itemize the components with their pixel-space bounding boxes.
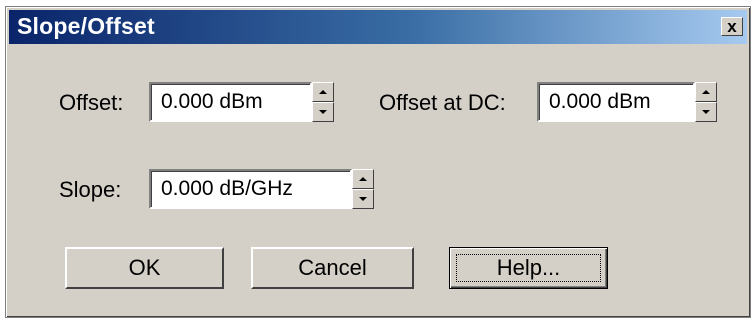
offset-spinner bbox=[312, 82, 334, 122]
spin-up-icon bbox=[702, 90, 710, 94]
close-icon: x bbox=[727, 17, 737, 36]
offset-label: Offset: bbox=[59, 90, 124, 115]
slope-spinner bbox=[352, 169, 374, 209]
offset-dc-spin-down-button[interactable] bbox=[695, 102, 717, 122]
offset-spin-down-button[interactable] bbox=[312, 102, 334, 122]
offset-dc-spinner bbox=[695, 82, 717, 122]
help-button-label: Help... bbox=[496, 255, 561, 280]
slope-offset-dialog: Slope/Offset x Offset: 0.000 dBm Offset … bbox=[5, 6, 751, 318]
offset-dc-label: Offset at DC: bbox=[379, 90, 506, 115]
focus-rectangle: Help... bbox=[456, 254, 601, 282]
offset-input[interactable]: 0.000 dBm bbox=[149, 82, 312, 122]
slope-input[interactable]: 0.000 dB/GHz bbox=[149, 169, 352, 209]
offset-dc-input[interactable]: 0.000 dBm bbox=[537, 82, 695, 122]
cancel-button-label: Cancel bbox=[298, 255, 367, 280]
offset-dc-spin-up-button[interactable] bbox=[695, 82, 717, 102]
spin-up-icon bbox=[359, 177, 367, 181]
close-button[interactable]: x bbox=[721, 17, 743, 36]
spin-down-icon bbox=[359, 197, 367, 201]
help-button[interactable]: Help... bbox=[449, 247, 608, 289]
title-bar[interactable]: Slope/Offset x bbox=[9, 10, 747, 44]
slope-spin-up-button[interactable] bbox=[352, 169, 374, 189]
slope-spin-down-button[interactable] bbox=[352, 189, 374, 209]
spin-down-icon bbox=[702, 110, 710, 114]
ok-button[interactable]: OK bbox=[65, 247, 224, 289]
ok-button-label: OK bbox=[128, 255, 161, 280]
offset-spin-up-button[interactable] bbox=[312, 82, 334, 102]
spin-down-icon bbox=[319, 110, 327, 114]
cancel-button[interactable]: Cancel bbox=[251, 247, 414, 289]
spin-up-icon bbox=[319, 90, 327, 94]
slope-label: Slope: bbox=[59, 177, 122, 202]
dialog-title: Slope/Offset bbox=[17, 13, 155, 39]
